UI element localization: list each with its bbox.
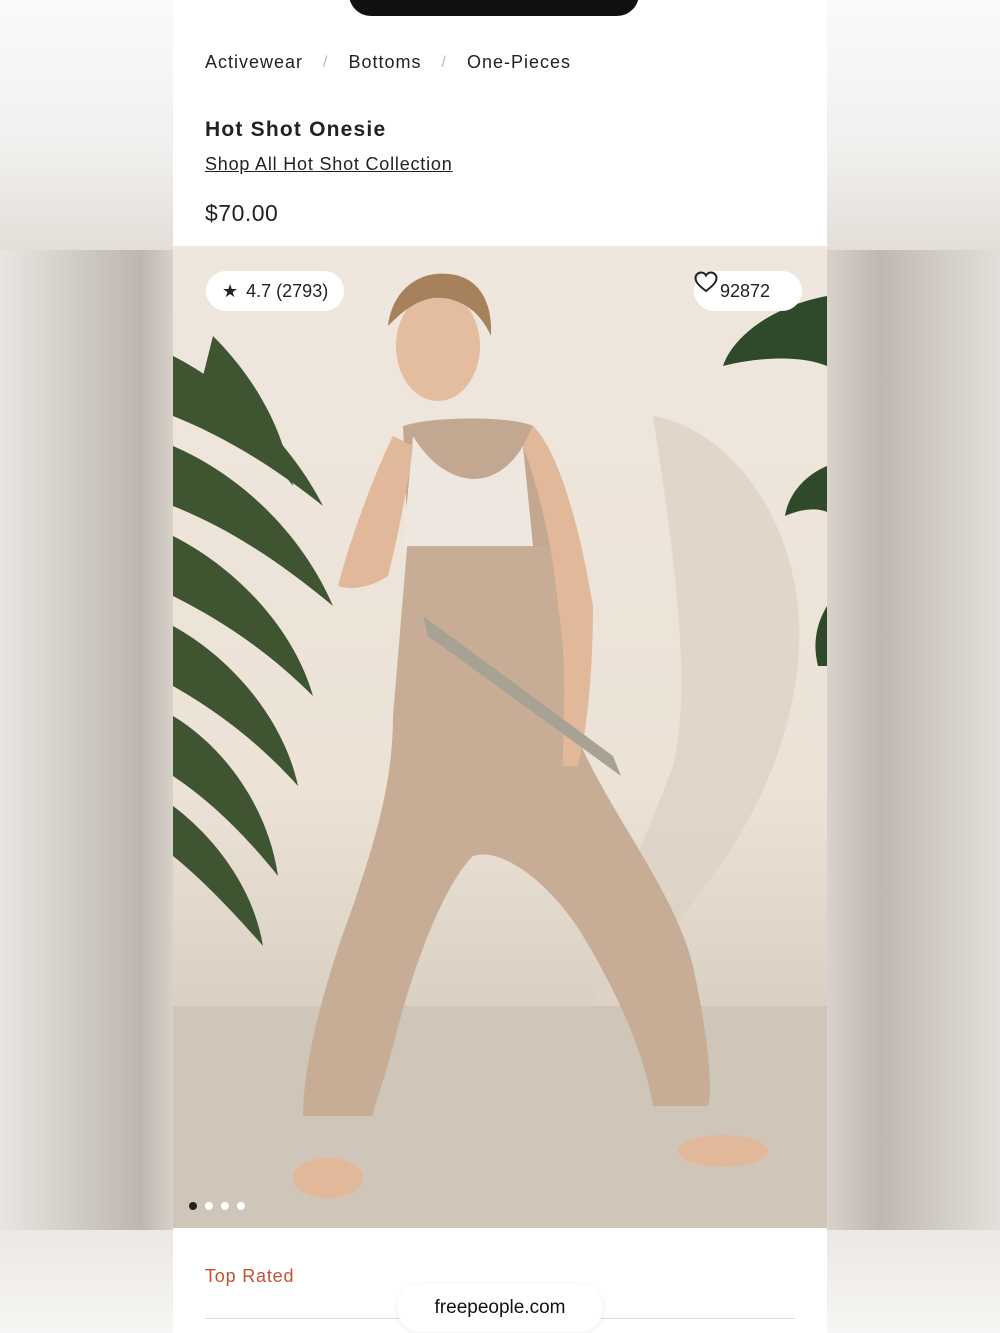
top-rated-badge: Top Rated [205,1266,295,1286]
product-price: $70.00 [205,200,279,226]
carousel-dot[interactable] [205,1202,213,1210]
breadcrumb: Activewear / Bottoms / One-Pieces [205,52,571,73]
favorite-button[interactable]: 92872 [693,271,802,311]
product-page: Activewear / Bottoms / One-Pieces Hot Sh… [173,0,827,1333]
product-title: Hot Shot Onesie [205,118,387,141]
product-photo [173,273,827,1228]
favorites-count: 92872 [719,280,770,301]
browser-url: freepeople.com [434,1297,566,1318]
breadcrumb-one-pieces[interactable]: One-Pieces [467,52,571,73]
carousel-dot[interactable] [221,1202,229,1210]
carousel-dot[interactable] [237,1202,245,1210]
breadcrumb-separator: / [323,53,329,71]
shop-collection-link[interactable]: Shop All Hot Shot Collection [205,154,453,175]
rating-badge[interactable]: ★ 4.7 (2793) [206,271,345,311]
carousel-pagination [189,1202,245,1210]
star-icon: ★ [222,280,239,301]
carousel-dot[interactable] [189,1202,197,1210]
browser-url-bar[interactable]: freepeople.com [397,1284,603,1332]
breadcrumb-bottoms[interactable]: Bottoms [348,52,421,73]
rating-value: 4.7 (2793) [246,280,329,301]
breadcrumb-separator: / [441,53,447,71]
device-notch [349,0,639,16]
product-image-gallery[interactable]: ★ 4.7 (2793) 92872 [173,246,827,1228]
breadcrumb-activewear[interactable]: Activewear [205,52,303,73]
